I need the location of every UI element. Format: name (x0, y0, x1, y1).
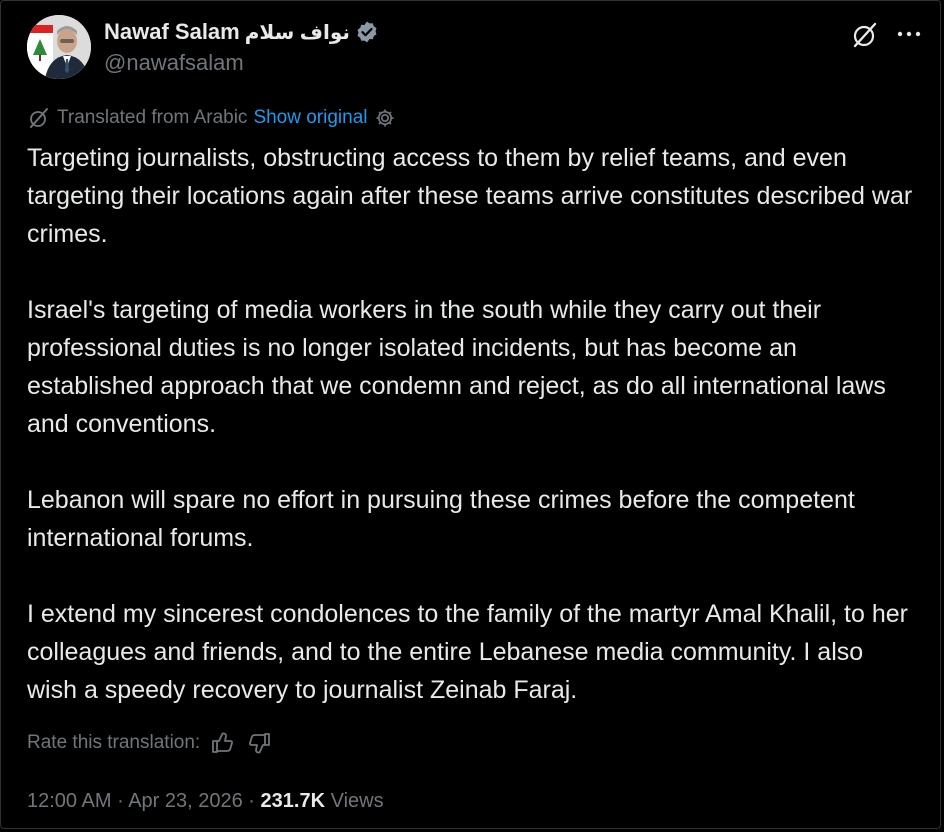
grok-icon[interactable] (849, 19, 881, 51)
author-handle[interactable]: @nawafsalam (104, 50, 244, 76)
avatar-photo-icon (27, 15, 91, 79)
tweet-paragraph: Targeting journalists, obstructing acces… (27, 144, 913, 248)
verified-badge-icon[interactable] (355, 20, 379, 44)
rate-translation-row: Rate this translation: (27, 730, 272, 756)
avatar[interactable] (27, 15, 91, 79)
tweet-paragraph: Lebanon will spare no effort in pursuing… (27, 486, 855, 552)
views-count[interactable]: 231.7K (261, 790, 326, 812)
tweet-card: Nawaf Salam نواف سلام @nawafsalam Transl… (0, 0, 941, 829)
views-label: Views (330, 790, 384, 812)
author-display-name[interactable]: Nawaf Salam (104, 19, 240, 45)
thumbs-down-icon[interactable] (246, 730, 272, 756)
name-row: Nawaf Salam نواف سلام (104, 19, 379, 45)
author-arabic-name[interactable]: نواف سلام (245, 20, 350, 45)
translate-grok-icon (27, 106, 51, 130)
tweet-paragraph: I extend my sincerest condolences to the… (27, 600, 908, 704)
gear-icon[interactable] (374, 107, 396, 129)
show-original-link[interactable]: Show original (253, 107, 367, 129)
translation-row: Translated from Arabic Show original (27, 106, 396, 130)
meta-separator: · (248, 790, 255, 812)
tweet-text: Targeting journalists, obstructing acces… (27, 139, 919, 709)
tweet-meta: 12:00 AM · Apr 23, 2026 · 231.7K Views (27, 790, 384, 813)
more-dots-icon[interactable] (893, 19, 925, 51)
tweet-date[interactable]: Apr 23, 2026 (128, 790, 243, 812)
translated-from-label: Translated from Arabic (57, 107, 248, 128)
tweet-time[interactable]: 12:00 AM (27, 790, 112, 812)
rate-translation-label: Rate this translation: (27, 732, 201, 753)
thumbs-up-icon[interactable] (210, 730, 236, 756)
tweet-paragraph: Israel's targeting of media workers in t… (27, 296, 886, 438)
meta-separator: · (117, 790, 124, 812)
tweet-header: Nawaf Salam نواف سلام @nawafsalam (27, 15, 921, 81)
